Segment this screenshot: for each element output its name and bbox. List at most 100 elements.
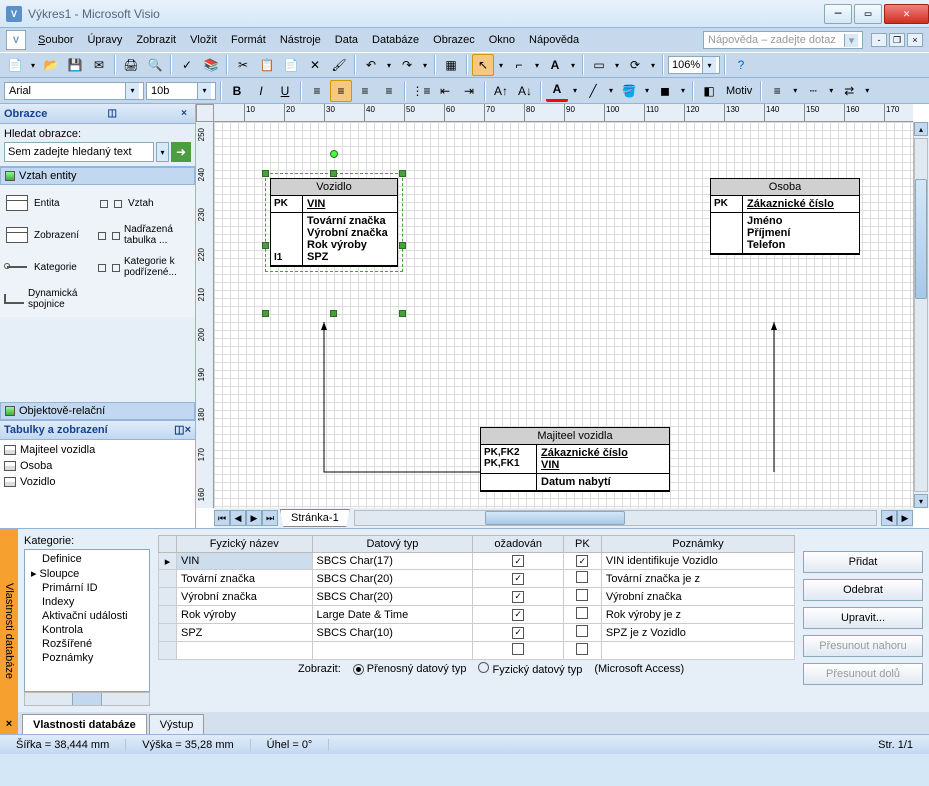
save-icon[interactable]: 💾 <box>64 54 86 76</box>
print-preview-icon[interactable]: 🔍 <box>144 54 166 76</box>
cut-icon[interactable]: ✂ <box>232 54 254 76</box>
tab-output[interactable]: Výstup <box>149 714 205 734</box>
entity-majitel[interactable]: Majiteel vozidla PK,FK2PK,FK1Zákaznické … <box>480 427 670 492</box>
size-selector[interactable]: 10b▾ <box>146 82 216 100</box>
font-selector[interactable]: Arial▾ <box>4 82 144 100</box>
shapes-icon[interactable]: ▦ <box>440 54 462 76</box>
drawing-surface[interactable]: Vozidlo PKVIN I1Tovární značka Výrobní z… <box>214 122 913 508</box>
align-justify-icon[interactable]: ≡ <box>378 80 400 102</box>
resize-handle[interactable] <box>399 170 406 177</box>
help-icon[interactable]: ? <box>730 54 752 76</box>
menu-tools[interactable]: Nástroje <box>274 32 327 48</box>
delete-icon[interactable]: ✕ <box>304 54 326 76</box>
search-go-button[interactable]: ➜ <box>171 142 191 162</box>
mail-icon[interactable]: ✉ <box>88 54 110 76</box>
redo-icon[interactable]: ↷ <box>396 54 418 76</box>
scroll-up-icon[interactable]: ▴ <box>914 122 928 136</box>
side-tab-close-icon[interactable]: × <box>6 718 12 730</box>
radio-portable[interactable]: Přenosný datový typ <box>353 663 467 675</box>
side-tab-db[interactable]: Vlastnosti databáze × <box>0 529 18 734</box>
font-size-dec-icon[interactable]: A↓ <box>514 80 536 102</box>
pane-menu-icon[interactable]: ◫ <box>105 107 119 121</box>
category-item[interactable]: Indexy <box>27 595 147 609</box>
undo-icon[interactable]: ↶ <box>360 54 382 76</box>
category-entity-relation[interactable]: Vztah entity <box>0 167 195 185</box>
line-weight-icon[interactable]: ≡ <box>766 80 788 102</box>
research-icon[interactable]: 📚 <box>200 54 222 76</box>
category-item[interactable]: Definice <box>27 552 147 566</box>
category-item[interactable]: ▸Sloupce <box>27 566 147 581</box>
menu-edit[interactable]: Úpravy <box>81 32 128 48</box>
resize-handle[interactable] <box>399 310 406 317</box>
category-object-relational[interactable]: Objektově-relační <box>0 402 195 420</box>
rotate-icon[interactable]: ⟳ <box>624 54 646 76</box>
italic-icon[interactable]: I <box>250 80 272 102</box>
shape-item[interactable]: Kategorie <box>2 251 96 283</box>
menu-format[interactable]: Formát <box>225 32 272 48</box>
close-button[interactable]: ✕ <box>884 4 929 24</box>
shape-search-input[interactable] <box>4 142 154 162</box>
table-row[interactable]: Rok výrobyLarge Date & Time✓Rok výroby j… <box>159 606 795 624</box>
line-color-icon[interactable]: ╱ <box>582 80 604 102</box>
shape-item[interactable]: Nadřazená tabulka ... <box>96 219 190 251</box>
print-icon[interactable]: 🖨 <box>120 54 142 76</box>
tab-first-icon[interactable]: ⏮ <box>214 510 230 526</box>
resize-handle[interactable] <box>262 310 269 317</box>
move-down-button[interactable]: Přesunout dolů <box>803 663 923 685</box>
table-row[interactable]: SPZSBCS Char(10)✓SPZ je z Vozidlo <box>159 624 795 642</box>
shadow-icon[interactable]: ◼ <box>654 80 676 102</box>
mdi-minimize[interactable]: - <box>871 33 887 47</box>
connector-icon[interactable]: ⌐ <box>508 54 530 76</box>
category-item[interactable]: Kontrola <box>27 623 147 637</box>
tables-menu-icon[interactable]: ◫ <box>174 423 184 436</box>
remove-button[interactable]: Odebrat <box>803 579 923 601</box>
tab-prev-icon[interactable]: ◀ <box>230 510 246 526</box>
horizontal-scrollbar[interactable] <box>354 510 877 526</box>
text-icon[interactable]: A <box>544 54 566 76</box>
menu-data[interactable]: Data <box>329 32 364 48</box>
line-ends-icon[interactable]: ⇄ <box>838 80 860 102</box>
tab-next-icon[interactable]: ▶ <box>246 510 262 526</box>
help-search[interactable]: Nápověda – zadejte dotaz▾ <box>703 31 863 49</box>
minimize-button[interactable]: ─ <box>824 4 852 24</box>
fill-color-icon[interactable]: 🪣 <box>618 80 640 102</box>
menu-database[interactable]: Databáze <box>366 32 425 48</box>
category-item[interactable]: Primární ID <box>27 581 147 595</box>
entity-osoba[interactable]: Osoba PKZákaznické číslo Jméno Příjmení … <box>710 178 860 255</box>
entity-vozidlo[interactable]: Vozidlo PKVIN I1Tovární značka Výrobní z… <box>270 178 398 267</box>
table-list-item[interactable]: Majiteel vozidla <box>2 442 193 458</box>
rotation-handle[interactable] <box>330 150 338 158</box>
new-icon[interactable]: 📄 <box>4 54 26 76</box>
motiv-label[interactable]: Motiv <box>722 85 756 97</box>
new-dropdown[interactable]: ▾ <box>28 61 38 70</box>
mdi-close[interactable]: × <box>907 33 923 47</box>
shape-item[interactable]: Dynamická spojnice <box>2 283 96 315</box>
edit-button[interactable]: Upravit... <box>803 607 923 629</box>
vertical-scrollbar[interactable]: ▴ ▾ <box>913 122 929 508</box>
motiv-icon[interactable]: ◧ <box>698 80 720 102</box>
align-center-icon[interactable]: ≡ <box>330 80 352 102</box>
menu-file[interactable]: Soubordocument.currentScript.previousEle… <box>32 32 79 48</box>
open-icon[interactable]: 📂 <box>40 54 62 76</box>
menu-help[interactable]: Nápověda <box>523 32 585 48</box>
line-pattern-icon[interactable]: ┄ <box>802 80 824 102</box>
search-dropdown[interactable]: ▾ <box>156 142 169 162</box>
menu-view[interactable]: Zobrazit <box>130 32 182 48</box>
align-left-icon[interactable]: ≡ <box>306 80 328 102</box>
indent-inc-icon[interactable]: ⇥ <box>458 80 480 102</box>
visio-icon[interactable]: V <box>6 30 26 50</box>
zoom-box[interactable]: 106%▾ <box>668 56 720 74</box>
category-list[interactable]: Definice▸SloupcePrimární IDIndexyAktivač… <box>24 549 150 692</box>
underline-icon[interactable]: U <box>274 80 296 102</box>
format-painter-icon[interactable]: 🖌 <box>328 54 350 76</box>
shape-item[interactable]: Vztah <box>96 187 190 219</box>
table-list-item[interactable]: Vozidlo <box>2 474 193 490</box>
move-up-button[interactable]: Přesunout nahoru <box>803 635 923 657</box>
resize-handle[interactable] <box>262 242 269 249</box>
maximize-button[interactable]: ▭ <box>854 4 882 24</box>
category-item[interactable]: Poznámky <box>27 651 147 665</box>
copy-icon[interactable]: 📋 <box>256 54 278 76</box>
add-button[interactable]: Přidat <box>803 551 923 573</box>
resize-handle[interactable] <box>262 170 269 177</box>
resize-handle[interactable] <box>399 242 406 249</box>
